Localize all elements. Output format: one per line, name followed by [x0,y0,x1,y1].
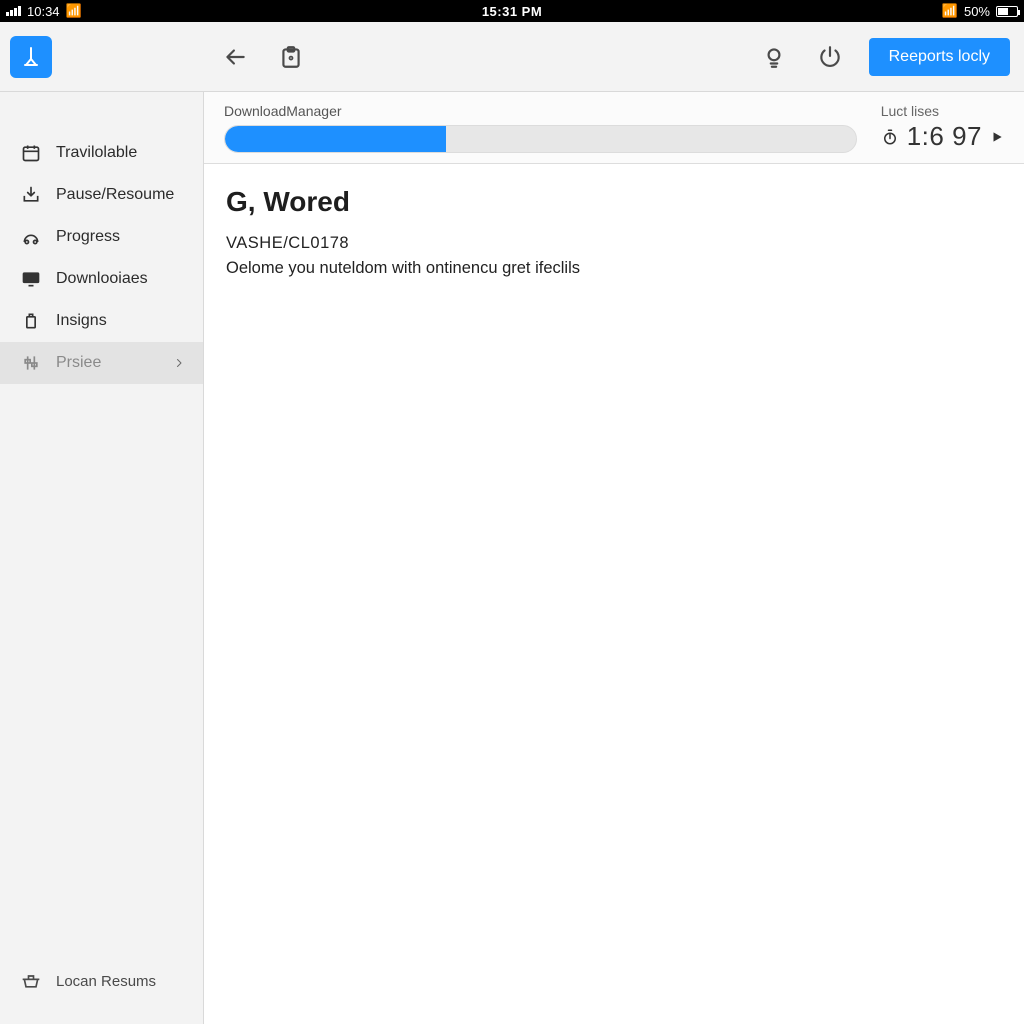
bulb-icon [761,44,787,70]
light-button[interactable] [757,40,791,74]
download-time-value: 1:6 97 [907,121,982,152]
page-body: G, Wored VASHE/CL0178 Oelome you nuteldo… [204,164,1024,300]
progress-bar[interactable] [224,125,857,153]
download-label: DownloadManager [224,103,857,119]
clipboard-button[interactable] [274,40,308,74]
brand-slot [0,36,204,78]
cellular-signal-icon [6,6,21,16]
sidebar-item-progress[interactable]: Progress [0,216,203,258]
sidebar-item-pause-resume[interactable]: Pause/Resoume [0,174,203,216]
power-button[interactable] [813,40,847,74]
sidebar-item-label: Travilolable [56,144,137,162]
stopwatch-icon [881,128,899,146]
play-button[interactable] [990,130,1004,144]
status-right-cluster: 📶 50% [942,3,1018,19]
sidebar-item-label: Downlooiaes [56,270,148,288]
status-time-left: 10:34 [27,4,60,19]
calendar-icon [20,143,42,163]
sidebar-item-travilolable[interactable]: Travilolable [0,132,203,174]
power-icon [817,44,843,70]
wifi-icon: 📶 [66,3,82,19]
page-description: Oelome you nuteldom with ontinencu gret … [226,259,1002,278]
sidebar-item-prsiee[interactable]: Prsiee [0,342,203,384]
main-content: DownloadManager Luct lises 1:6 97 [204,92,1024,1024]
basket-icon [20,971,42,991]
battery-icon [996,6,1018,17]
luggage-icon [20,311,42,331]
tuning-icon [20,353,42,373]
sidebar-footer-label: Locan Resums [56,973,156,990]
download-time-row: 1:6 97 [881,121,1004,152]
download-meta: Luct lises 1:6 97 [881,103,1004,152]
sidebar-item-label: Pause/Resoume [56,186,174,204]
gauge-icon [20,227,42,247]
sidebar-item-downloads[interactable]: Downlooiaes [0,258,203,300]
back-button[interactable] [218,40,252,74]
monitor-icon [20,269,42,289]
sidebar-item-insights[interactable]: Insigns [0,300,203,342]
sidebar-footer: Locan Resums [0,960,203,1024]
sidebar: Travilolable Pause/Resoume Progress Down… [0,92,204,1024]
download-meta-label: Luct lises [881,103,939,119]
battery-percent: 50% [964,4,990,19]
app-toolbar: Reeports locly [0,22,1024,92]
toolbar-tools: Reeports locly [204,38,1024,76]
page-heading: G, Wored [226,186,1002,218]
page-code: VASHE/CL0178 [226,234,1002,253]
status-clock: 15:31 PM [482,4,542,19]
clipboard-lock-icon [278,44,304,70]
wifi-icon-right: 📶 [942,3,958,19]
reports-button[interactable]: Reeports locly [869,38,1010,76]
chevron-right-icon [173,357,185,369]
status-left-cluster: 10:34 📶 [6,3,82,19]
logo-icon [19,45,43,69]
download-progress-block: DownloadManager [224,103,857,153]
app-body: Travilolable Pause/Resoume Progress Down… [0,92,1024,1024]
play-icon [990,130,1004,144]
sidebar-item-label: Progress [56,228,120,246]
sidebar-item-label: Insigns [56,312,107,330]
device-status-bar: 10:34 📶 15:31 PM 📶 50% [0,0,1024,22]
progress-bar-fill [225,126,446,152]
inbox-download-icon [20,185,42,205]
sidebar-item-label: Prsiee [56,354,101,372]
app-logo[interactable] [10,36,52,78]
arrow-left-icon [222,44,248,70]
sidebar-item-locan-resums[interactable]: Locan Resums [0,960,203,1002]
download-header: DownloadManager Luct lises 1:6 97 [204,92,1024,164]
